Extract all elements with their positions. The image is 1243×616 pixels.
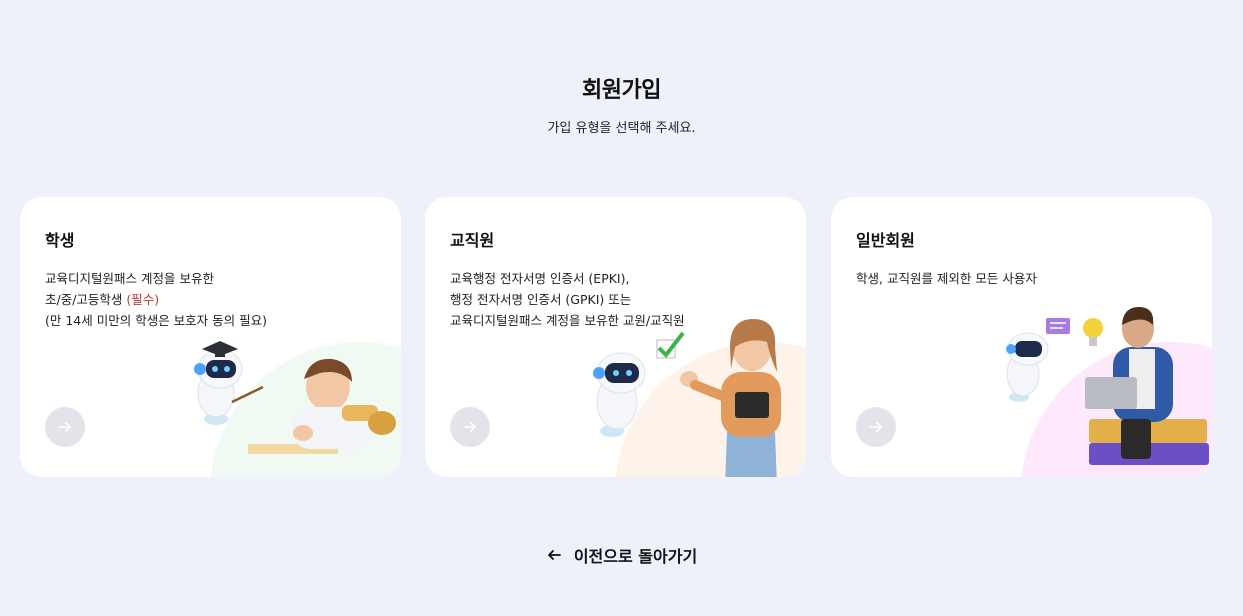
card-desc-line: 학생, 교직원를 제외한 모든 사용자	[856, 271, 1037, 286]
robot-icon	[194, 341, 264, 425]
page-title: 회원가입	[582, 78, 661, 103]
robot-icon	[1006, 332, 1049, 402]
arrow-right-icon	[58, 422, 71, 432]
next-button[interactable]	[45, 407, 85, 447]
student-signup-card[interactable]: 학생 교육디지털원패스 계정을 보유한 초/중/고등학생 (필수) (만 14세…	[20, 197, 401, 477]
arrow-right-icon	[869, 422, 882, 432]
general-member-signup-card[interactable]: 일반회원 학생, 교직원를 제외한 모든 사용자	[831, 197, 1212, 477]
card-desc-line: 교육행정 전자서명 인증서 (EPKI),	[450, 271, 630, 286]
card-description: 교육디지털원패스 계정을 보유한 초/중/고등학생 (필수) (만 14세 미만…	[45, 268, 385, 331]
student-character-icon	[248, 358, 396, 454]
person-with-laptop-icon	[1085, 307, 1209, 465]
card-description: 학생, 교직원를 제외한 모든 사용자	[856, 268, 1196, 289]
robot-icon	[593, 352, 646, 437]
chat-bubble-icon	[1046, 318, 1070, 334]
next-button[interactable]	[856, 407, 896, 447]
card-desc-line: 초/중/고등학생 (필수)	[45, 292, 160, 307]
arrow-left-icon	[547, 550, 561, 560]
required-label: (필수)	[126, 292, 160, 307]
arrow-right-icon	[463, 422, 476, 432]
back-label: 이전으로 돌아가기	[573, 547, 698, 566]
card-desc-line: 교육디지털원패스 계정을 보유한 교원/교직원	[450, 313, 685, 328]
teacher-character-icon	[680, 319, 781, 477]
page-subtitle: 가입 유형을 선택해 주세요.	[547, 121, 696, 136]
card-desc-line: (만 14세 미만의 학생은 보호자 동의 필요)	[45, 313, 268, 328]
lightbulb-icon	[1083, 318, 1103, 346]
next-button[interactable]	[450, 407, 490, 447]
staff-signup-card[interactable]: 교직원 교육행정 전자서명 인증서 (EPKI), 행정 전자서명 인증서 (G…	[425, 197, 806, 477]
back-link[interactable]: 이전으로 돌아가기	[0, 543, 1243, 567]
card-desc-line: 행정 전자서명 인증서 (GPKI) 또는	[450, 292, 632, 307]
card-description: 교육행정 전자서명 인증서 (EPKI), 행정 전자서명 인증서 (GPKI)…	[450, 268, 790, 331]
card-desc-line: 교육디지털원패스 계정을 보유한	[45, 271, 214, 286]
checkbox-icon	[656, 331, 685, 359]
